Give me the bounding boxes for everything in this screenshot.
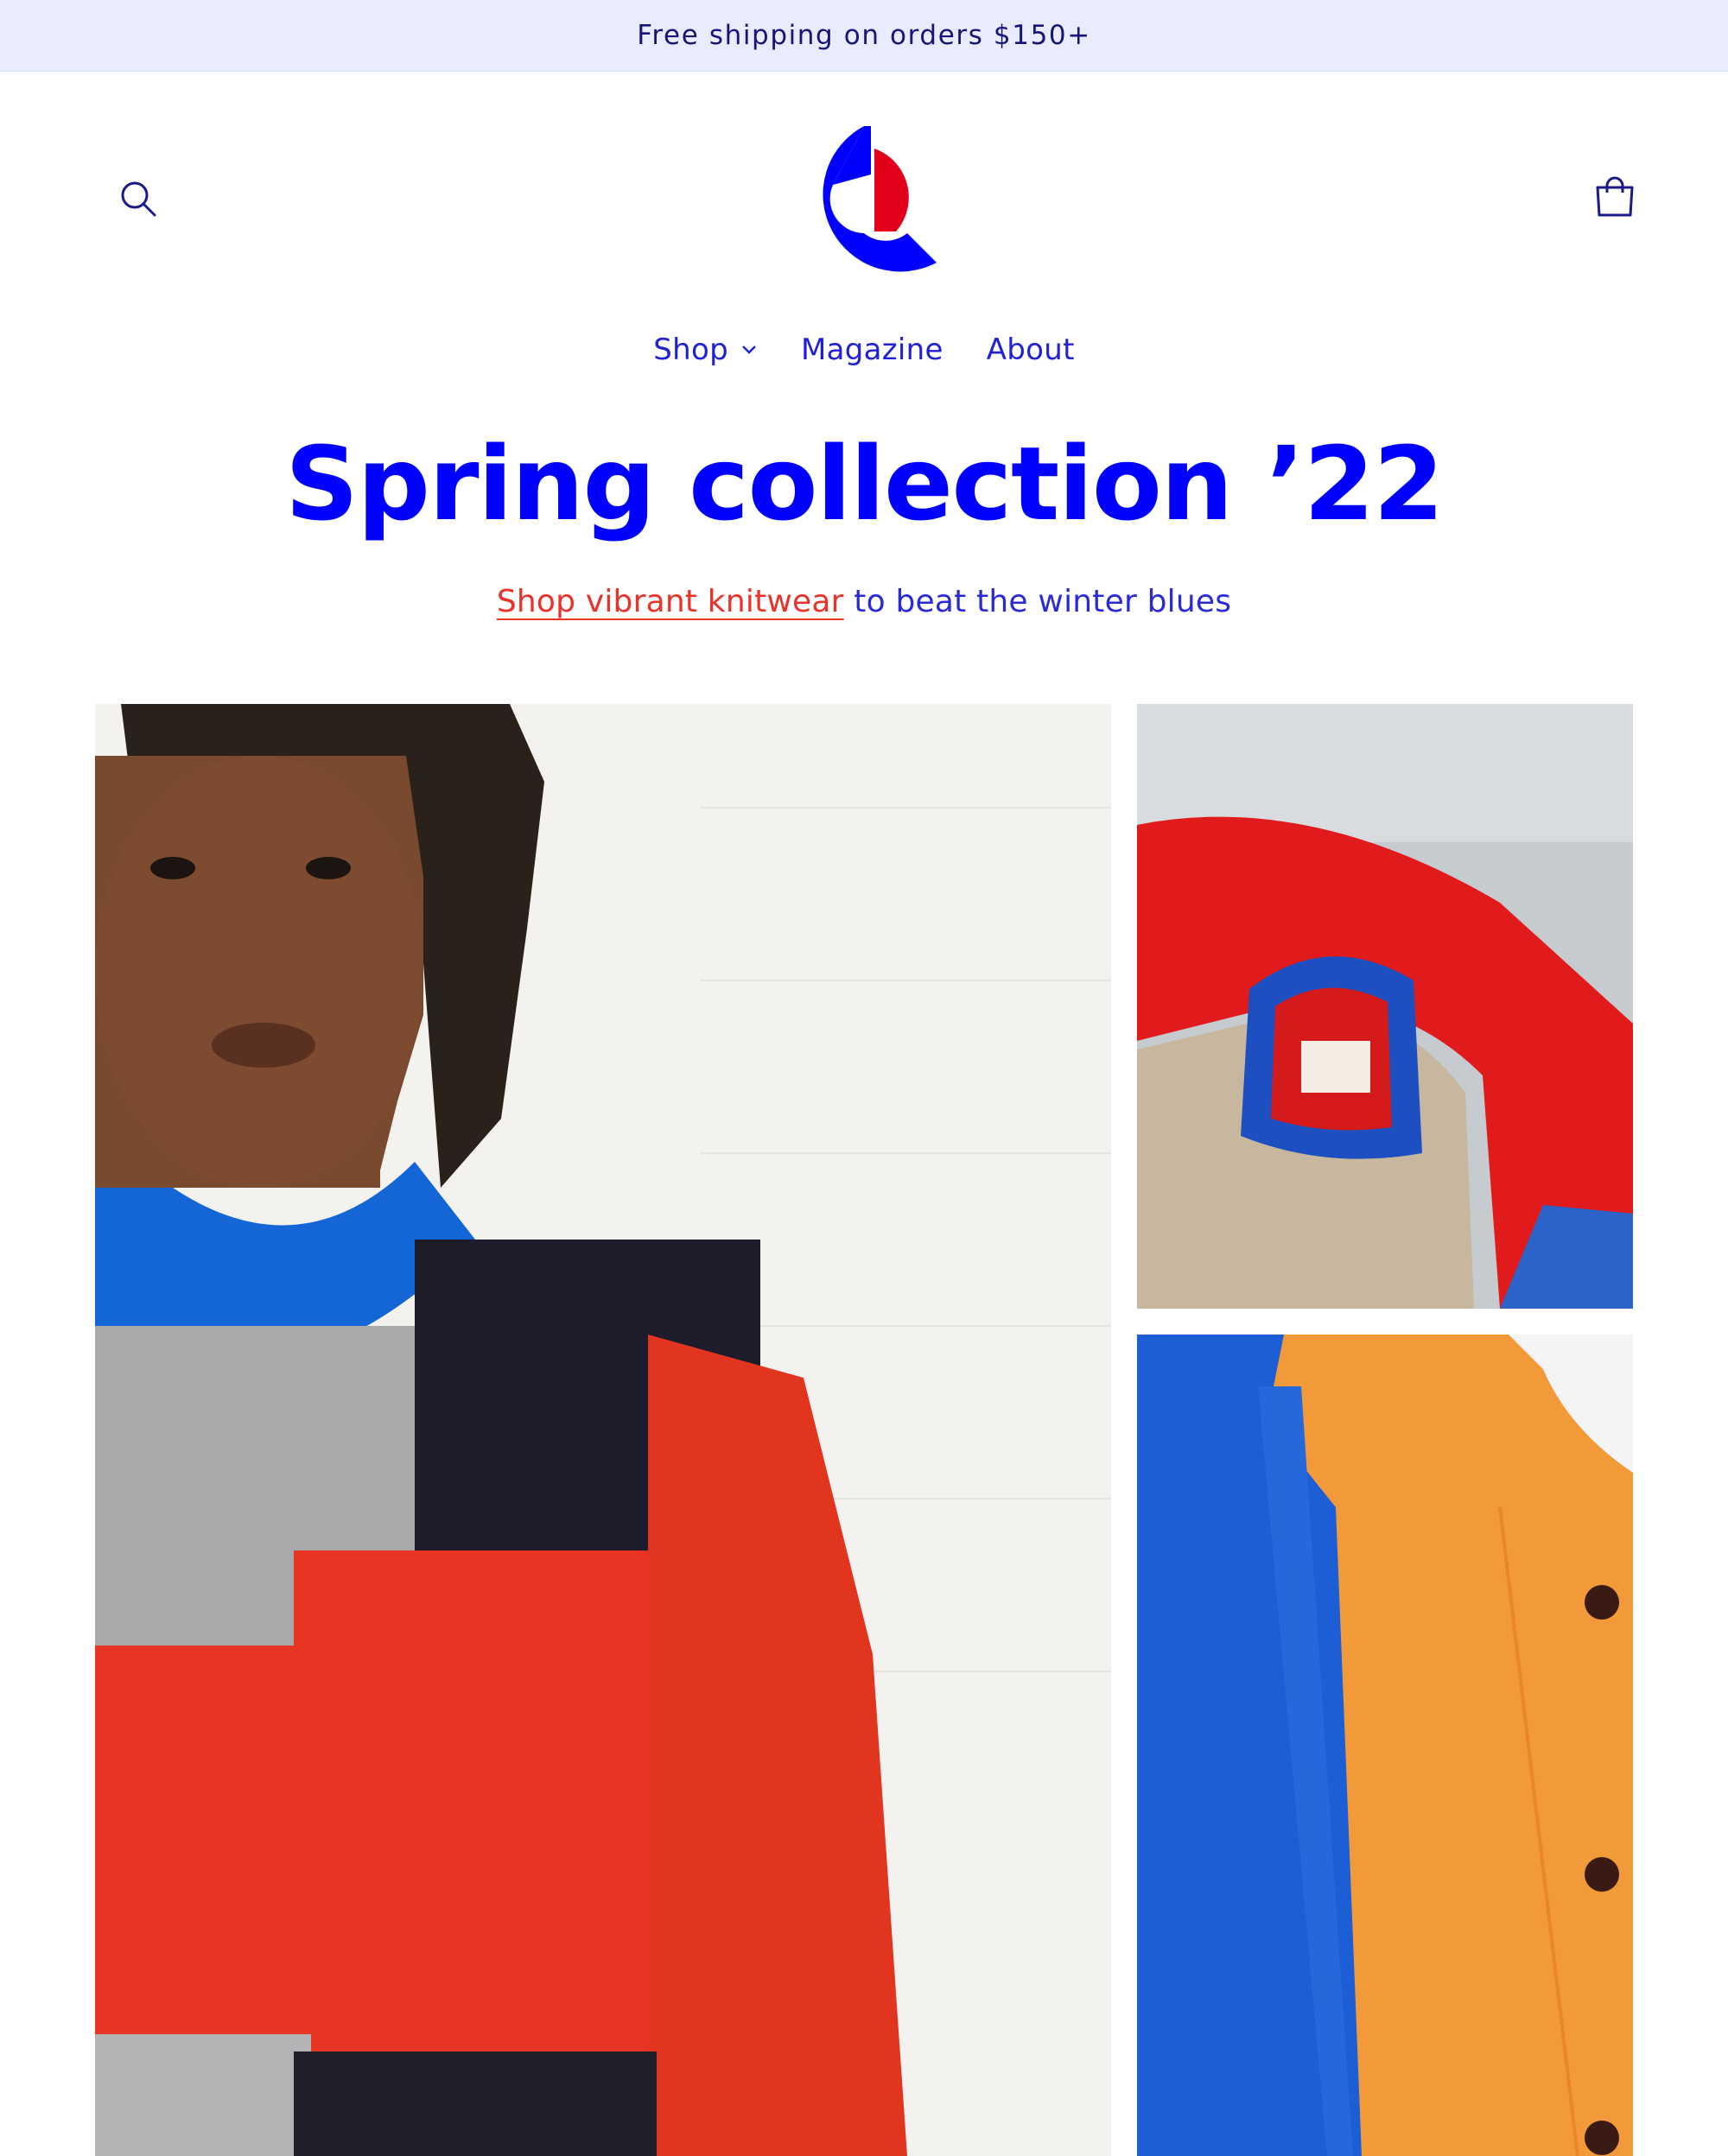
- nav-item-magazine-label: Magazine: [800, 333, 943, 367]
- nav-item-about-label: About: [986, 333, 1075, 367]
- product-image-cardigan: [1137, 1335, 1633, 2156]
- subtitle-rest: to beat the winter blues: [843, 584, 1232, 619]
- cart-icon: [1596, 176, 1634, 217]
- nav-item-magazine[interactable]: Magazine: [801, 333, 943, 367]
- page-title: Spring collection ’22: [284, 424, 1445, 543]
- hero-image-model-sweater: [95, 704, 1111, 2156]
- announcement-bar: Free shipping on orders $150+: [0, 0, 1728, 72]
- nav-item-about[interactable]: About: [987, 333, 1075, 367]
- search-icon: [121, 181, 156, 217]
- announcement-text: Free shipping on orders $150+: [637, 20, 1091, 51]
- nav-item-shop[interactable]: Shop: [653, 333, 758, 367]
- main-nav: Shop Magazine About: [0, 321, 1728, 378]
- nav-item-shop-label: Shop: [653, 333, 728, 367]
- shop-knitwear-link[interactable]: Shop vibrant knitwear: [497, 584, 844, 619]
- product-image-collar: [1137, 704, 1633, 1309]
- hero-subtitle: Shop vibrant knitwear to beat the winter…: [0, 584, 1728, 619]
- search-button[interactable]: [112, 173, 164, 225]
- chevron-down-icon: [742, 346, 756, 354]
- store-logo[interactable]: [788, 123, 940, 275]
- cart-button[interactable]: [1586, 169, 1643, 226]
